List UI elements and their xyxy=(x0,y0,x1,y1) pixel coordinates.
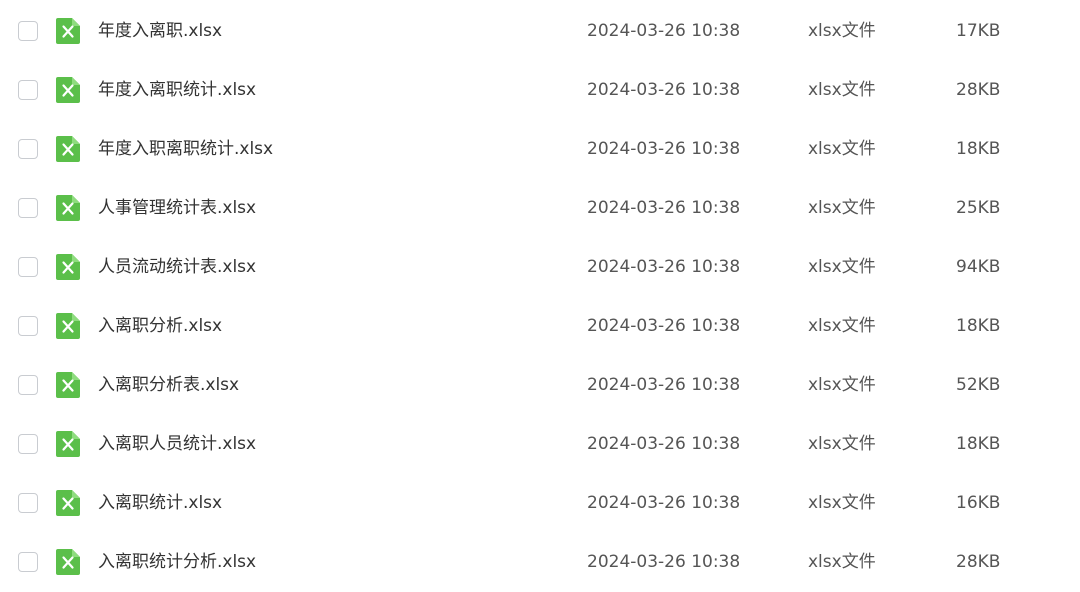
excel-file-icon xyxy=(56,195,80,221)
file-date: 2024-03-26 10:38 xyxy=(587,434,741,454)
file-date: 2024-03-26 10:38 xyxy=(587,552,741,572)
excel-file-icon xyxy=(56,313,80,339)
file-size: 25KB xyxy=(956,198,1001,218)
excel-x-icon xyxy=(56,431,80,457)
file-size: 52KB xyxy=(956,375,1001,395)
file-row[interactable]: 人事管理统计表.xlsx 2024-03-26 10:38 xlsx文件 25K… xyxy=(0,179,1080,238)
excel-file-icon xyxy=(56,490,80,516)
row-checkbox[interactable] xyxy=(18,316,38,336)
file-size: 28KB xyxy=(956,80,1001,100)
file-date: 2024-03-26 10:38 xyxy=(587,139,741,159)
file-size: 18KB xyxy=(956,434,1001,454)
row-checkbox[interactable] xyxy=(18,493,38,513)
row-checkbox[interactable] xyxy=(18,21,38,41)
file-date: 2024-03-26 10:38 xyxy=(587,198,741,218)
file-name[interactable]: 入离职分析.xlsx xyxy=(98,314,222,338)
excel-file-icon xyxy=(56,431,80,457)
file-date: 2024-03-26 10:38 xyxy=(587,375,741,395)
row-checkbox[interactable] xyxy=(18,139,38,159)
excel-x-icon xyxy=(56,195,80,221)
file-name[interactable]: 年度入离职.xlsx xyxy=(98,19,222,43)
row-checkbox[interactable] xyxy=(18,257,38,277)
file-type: xlsx文件 xyxy=(808,21,876,41)
file-name[interactable]: 入离职统计.xlsx xyxy=(98,491,222,515)
file-type: xlsx文件 xyxy=(808,257,876,277)
file-date: 2024-03-26 10:38 xyxy=(587,21,741,41)
file-row[interactable]: 入离职统计.xlsx 2024-03-26 10:38 xlsx文件 16KB xyxy=(0,474,1080,533)
file-name[interactable]: 人员流动统计表.xlsx xyxy=(98,255,256,279)
file-name[interactable]: 入离职人员统计.xlsx xyxy=(98,432,256,456)
file-type: xlsx文件 xyxy=(808,198,876,218)
file-type: xlsx文件 xyxy=(808,139,876,159)
excel-file-icon xyxy=(56,136,80,162)
file-row[interactable]: 入离职分析表.xlsx 2024-03-26 10:38 xlsx文件 52KB xyxy=(0,356,1080,415)
excel-x-icon xyxy=(56,313,80,339)
excel-x-icon xyxy=(56,490,80,516)
file-type: xlsx文件 xyxy=(808,493,876,513)
file-type: xlsx文件 xyxy=(808,375,876,395)
excel-file-icon xyxy=(56,77,80,103)
excel-file-icon xyxy=(56,18,80,44)
excel-x-icon xyxy=(56,372,80,398)
file-type: xlsx文件 xyxy=(808,316,876,336)
file-row[interactable]: 年度入离职.xlsx 2024-03-26 10:38 xlsx文件 17KB xyxy=(0,2,1080,61)
file-size: 16KB xyxy=(956,493,1001,513)
excel-x-icon xyxy=(56,254,80,280)
file-row[interactable]: 入离职统计分析.xlsx 2024-03-26 10:38 xlsx文件 28K… xyxy=(0,533,1080,592)
file-name[interactable]: 入离职分析表.xlsx xyxy=(98,373,239,397)
file-size: 18KB xyxy=(956,139,1001,159)
row-checkbox[interactable] xyxy=(18,80,38,100)
excel-file-icon xyxy=(56,254,80,280)
file-name[interactable]: 入离职统计分析.xlsx xyxy=(98,550,256,574)
file-date: 2024-03-26 10:38 xyxy=(587,316,741,336)
file-type: xlsx文件 xyxy=(808,552,876,572)
excel-x-icon xyxy=(56,549,80,575)
excel-x-icon xyxy=(56,136,80,162)
excel-file-icon xyxy=(56,549,80,575)
file-date: 2024-03-26 10:38 xyxy=(587,257,741,277)
file-row[interactable]: 入离职人员统计.xlsx 2024-03-26 10:38 xlsx文件 18K… xyxy=(0,415,1080,474)
file-list: 年度入离职.xlsx 2024-03-26 10:38 xlsx文件 17KB … xyxy=(0,2,1080,592)
file-name[interactable]: 年度入离职统计.xlsx xyxy=(98,78,256,102)
excel-x-icon xyxy=(56,18,80,44)
file-date: 2024-03-26 10:38 xyxy=(587,80,741,100)
file-size: 18KB xyxy=(956,316,1001,336)
row-checkbox[interactable] xyxy=(18,375,38,395)
file-row[interactable]: 年度入离职统计.xlsx 2024-03-26 10:38 xlsx文件 28K… xyxy=(0,61,1080,120)
file-name[interactable]: 年度入职离职统计.xlsx xyxy=(98,137,273,161)
row-checkbox[interactable] xyxy=(18,552,38,572)
file-date: 2024-03-26 10:38 xyxy=(587,493,741,513)
excel-file-icon xyxy=(56,372,80,398)
file-type: xlsx文件 xyxy=(808,80,876,100)
excel-x-icon xyxy=(56,77,80,103)
file-size: 94KB xyxy=(956,257,1001,277)
file-row[interactable]: 年度入职离职统计.xlsx 2024-03-26 10:38 xlsx文件 18… xyxy=(0,120,1080,179)
row-checkbox[interactable] xyxy=(18,198,38,218)
file-name[interactable]: 人事管理统计表.xlsx xyxy=(98,196,256,220)
file-type: xlsx文件 xyxy=(808,434,876,454)
file-row[interactable]: 人员流动统计表.xlsx 2024-03-26 10:38 xlsx文件 94K… xyxy=(0,238,1080,297)
file-size: 17KB xyxy=(956,21,1001,41)
file-row[interactable]: 入离职分析.xlsx 2024-03-26 10:38 xlsx文件 18KB xyxy=(0,297,1080,356)
row-checkbox[interactable] xyxy=(18,434,38,454)
file-size: 28KB xyxy=(956,552,1001,572)
